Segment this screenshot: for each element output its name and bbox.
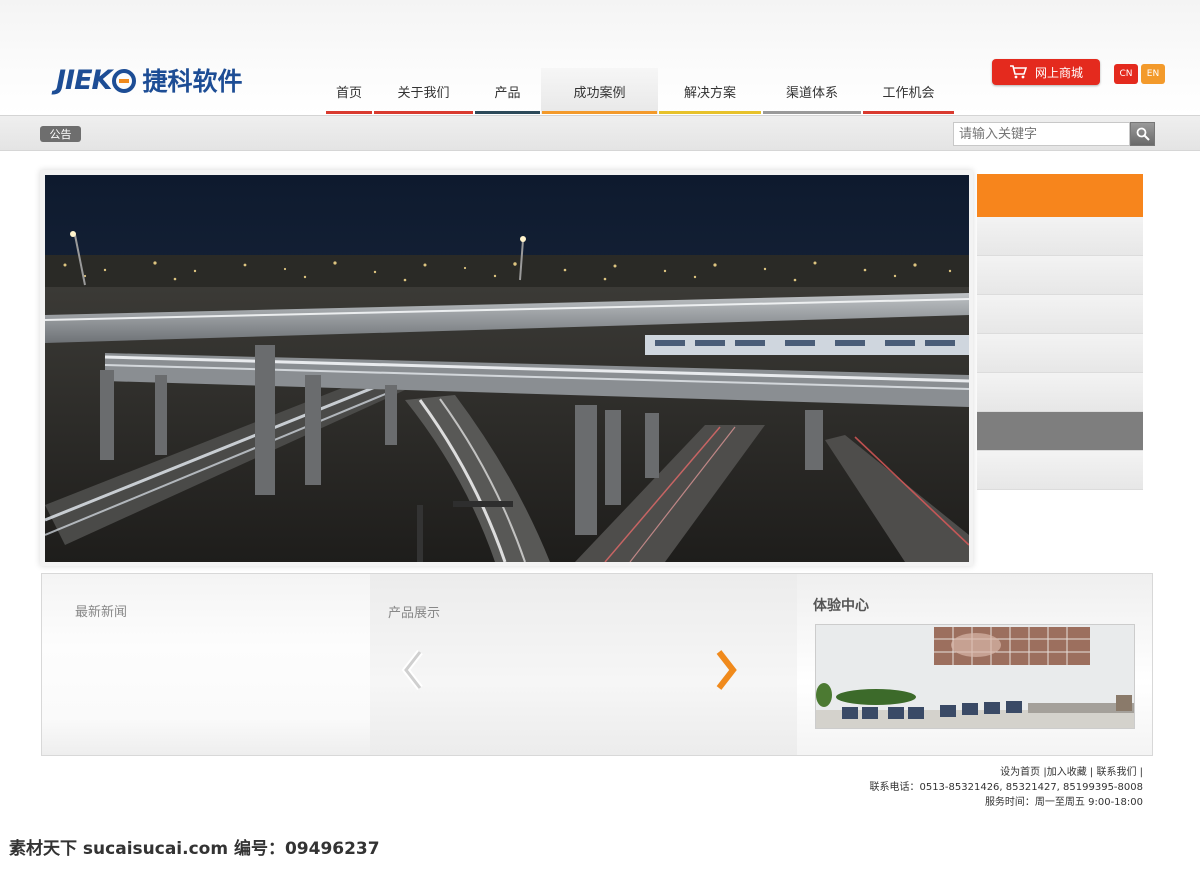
nav-item-label: 首页 <box>335 85 362 101</box>
side-list-item[interactable] <box>977 373 1143 412</box>
notice-tag: 公告 <box>40 126 81 142</box>
shopping-cart-icon <box>1009 65 1027 79</box>
lang-en-button[interactable]: EN <box>1141 64 1165 84</box>
nav-item-jobs[interactable]: 工作机会 <box>862 68 955 114</box>
exhibition-room-photo <box>816 625 1134 728</box>
site-footer: 设为首页 |加入收藏 | 联系我们 | 联系电话：0513-85321426, … <box>869 765 1143 810</box>
online-shop-label: 网上商城 <box>1034 65 1083 80</box>
logo-text-en: JIEK <box>56 64 112 96</box>
banner-side-list <box>977 174 1143 490</box>
site-header: JIEK 捷科软件 首页 关于我们 产品 成功案例 解决方案 渠道体系 工作机会… <box>0 0 1200 115</box>
nav-item-underline <box>374 111 473 114</box>
news-title: 最新新闻 <box>75 605 128 620</box>
nav-item-label: 工作机会 <box>882 85 935 101</box>
search-button[interactable] <box>1130 122 1155 146</box>
notice-bar: 公告 <box>0 115 1200 151</box>
experience-center-image[interactable] <box>815 624 1135 729</box>
lang-cn-button[interactable]: CN <box>1114 64 1138 84</box>
products-panel: 产品展示 <box>370 574 797 755</box>
content-panels: 最新新闻 产品展示 体验中心 <box>41 573 1153 756</box>
side-list-item-active[interactable] <box>977 174 1143 217</box>
nav-item-label: 成功案例 <box>573 85 626 101</box>
nav-item-channels[interactable]: 渠道体系 <box>762 68 862 114</box>
side-list-item-highlight[interactable] <box>977 412 1143 451</box>
nav-item-cases[interactable]: 成功案例 <box>541 68 658 114</box>
chevron-left-icon[interactable] <box>398 648 426 692</box>
nav-item-label: 产品 <box>494 85 521 101</box>
nav-item-underline <box>659 111 761 114</box>
nav-item-products[interactable]: 产品 <box>474 68 541 114</box>
experience-panel: 体验中心 <box>797 574 1152 755</box>
nav-item-solutions[interactable]: 解决方案 <box>658 68 762 114</box>
search-input[interactable] <box>953 122 1130 146</box>
news-panel: 最新新闻 <box>42 574 370 755</box>
chevron-right-icon[interactable] <box>713 648 741 692</box>
nav-item-underline <box>326 111 372 114</box>
nav-item-about[interactable]: 关于我们 <box>373 68 474 114</box>
logo-e-icon <box>112 69 137 93</box>
banner-image[interactable] <box>45 175 969 562</box>
side-list-item[interactable] <box>977 217 1143 256</box>
side-list-item[interactable] <box>977 295 1143 334</box>
experience-title: 体验中心 <box>813 598 869 614</box>
nav-item-underline <box>542 111 657 114</box>
highway-night-photo <box>45 175 969 562</box>
nav-item-underline <box>475 111 540 114</box>
watermark-text: 素材天下 sucaisucai.com 编号：09496237 <box>9 839 380 859</box>
main-nav: 首页 关于我们 产品 成功案例 解决方案 渠道体系 工作机会 <box>325 68 955 114</box>
site-logo[interactable]: JIEK 捷科软件 <box>56 60 242 100</box>
nav-item-home[interactable]: 首页 <box>325 68 373 114</box>
nav-item-label: 关于我们 <box>397 85 450 101</box>
side-list-item[interactable] <box>977 334 1143 373</box>
logo-text-cn: 捷科软件 <box>142 67 243 96</box>
nav-item-underline <box>763 111 861 114</box>
products-title: 产品展示 <box>388 606 441 621</box>
nav-item-label: 解决方案 <box>683 85 736 101</box>
nav-item-underline <box>863 111 954 114</box>
side-list-item[interactable] <box>977 256 1143 295</box>
search-icon <box>1136 127 1150 141</box>
footer-hours: 服务时间：周一至周五 9:00-18:00 <box>984 797 1143 808</box>
footer-phone: 联系电话：0513-85321426, 85321427, 85199395-8… <box>869 782 1143 793</box>
side-list-item[interactable] <box>977 451 1143 490</box>
nav-item-label: 渠道体系 <box>785 85 838 101</box>
footer-links[interactable]: 设为首页 |加入收藏 | 联系我们 | <box>869 765 1143 780</box>
online-shop-button[interactable]: 网上商城 <box>992 59 1100 85</box>
